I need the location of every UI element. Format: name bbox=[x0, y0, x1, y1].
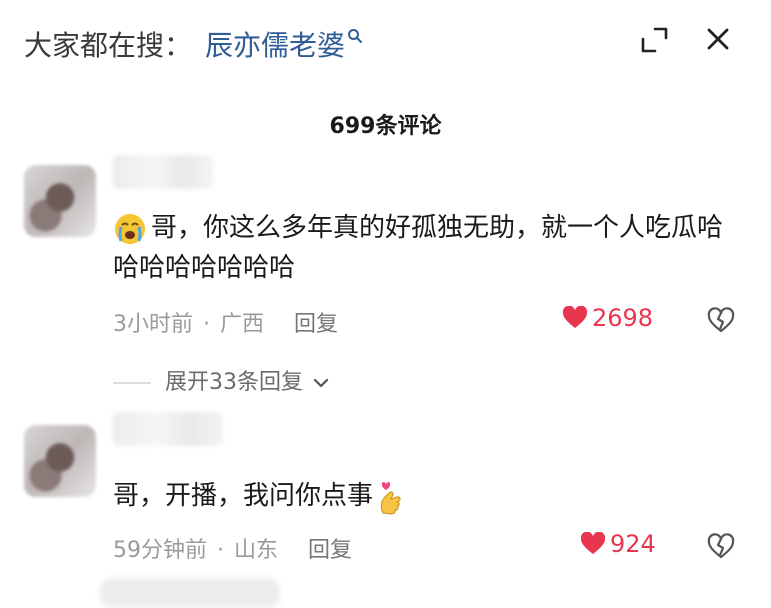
next-comment-preview-blurred bbox=[100, 578, 280, 608]
comment-meta: 3小时前 · 广西 回复 bbox=[113, 306, 338, 338]
comment-location: 山东 bbox=[234, 538, 279, 563]
avatar[interactable] bbox=[24, 425, 96, 497]
heart-icon bbox=[562, 305, 588, 328]
username-blurred[interactable] bbox=[113, 412, 223, 446]
comment-text: 哥，开播，我问你点事 bbox=[113, 476, 743, 516]
like-button[interactable]: 2698 bbox=[562, 304, 653, 332]
comment-body: 哥，你这么多年真的好孤独无助，就一个人吃瓜哈哈哈哈哈哈哈哈 bbox=[113, 213, 724, 283]
reply-button[interactable]: 回复 bbox=[294, 312, 338, 337]
expand-icon[interactable] bbox=[640, 24, 670, 54]
meta-separator: · bbox=[203, 312, 210, 337]
divider-line bbox=[113, 382, 151, 384]
trending-search-term: 辰亦儒老婆 bbox=[205, 29, 346, 62]
like-count: 924 bbox=[610, 530, 656, 558]
comment-time: 59分钟前 bbox=[113, 538, 207, 563]
comment-count-title: 699条评论 bbox=[329, 114, 442, 139]
broken-heart-icon[interactable] bbox=[706, 531, 736, 561]
comment-text: 哥，你这么多年真的好孤独无助，就一个人吃瓜哈哈哈哈哈哈哈哈 bbox=[113, 208, 743, 288]
crying-face-emoji bbox=[115, 213, 145, 244]
heart-icon bbox=[580, 531, 606, 554]
reply-button[interactable]: 回复 bbox=[308, 538, 352, 563]
expand-replies-button[interactable]: 展开33条回复 bbox=[113, 364, 330, 396]
top-bar: 大家都在搜： 辰亦儒老婆 bbox=[0, 0, 771, 88]
chevron-down-icon bbox=[313, 378, 329, 388]
comment-time: 3小时前 bbox=[113, 312, 193, 337]
comment-body: 哥，开播，我问你点事 bbox=[113, 481, 374, 511]
broken-heart-icon[interactable] bbox=[706, 305, 736, 335]
close-icon[interactable] bbox=[703, 24, 733, 54]
comment-meta: 59分钟前 · 山东 回复 bbox=[113, 532, 352, 564]
finger-heart-emoji bbox=[380, 481, 401, 515]
trending-search-link[interactable]: 辰亦儒老婆 bbox=[205, 24, 363, 64]
avatar[interactable] bbox=[24, 165, 96, 237]
username-blurred[interactable] bbox=[113, 155, 213, 189]
meta-separator: · bbox=[217, 538, 224, 563]
expand-replies-label: 展开33条回复 bbox=[165, 370, 303, 395]
comment-location: 广西 bbox=[220, 312, 265, 337]
trending-search-label: 大家都在搜： bbox=[24, 29, 193, 62]
like-count: 2698 bbox=[592, 304, 654, 332]
search-icon bbox=[348, 29, 363, 43]
like-button[interactable]: 924 bbox=[580, 530, 656, 558]
